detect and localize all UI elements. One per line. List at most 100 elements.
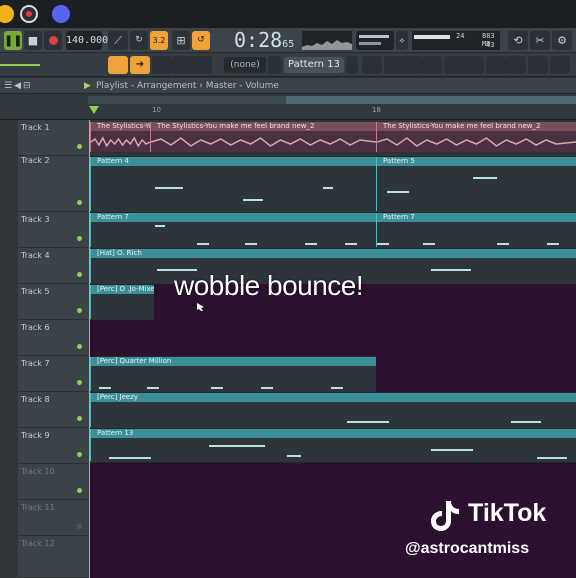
playlist-title: Playlist - Arrangement › Master - Volume [96, 81, 279, 91]
plugin-icon[interactable] [486, 56, 506, 74]
pencil-icon[interactable] [152, 56, 172, 74]
clip-label: [Perc] Quarter Million [91, 357, 376, 366]
playhead-marker-icon[interactable] [89, 106, 99, 114]
track-mute-icon[interactable] [77, 308, 82, 313]
track-header[interactable]: Track 9 [18, 428, 88, 464]
master-volume-slider[interactable] [356, 31, 394, 50]
note-mark [547, 243, 559, 245]
playhead-line[interactable] [89, 120, 90, 578]
playlist-icon[interactable] [362, 56, 382, 74]
pattern-add-icon[interactable] [346, 56, 358, 74]
menu-icon[interactable]: ⚙ [552, 31, 572, 50]
pause-button[interactable]: ❚❚ [4, 31, 22, 50]
track-header-strip [0, 120, 18, 578]
time-main: 0:28 [234, 28, 283, 52]
track-name: Track 7 [21, 359, 50, 368]
speaker-icon[interactable] [506, 56, 526, 74]
pattern-clip[interactable]: [Perc] O .Jo-Mixed [90, 285, 154, 319]
track-mute-icon[interactable] [77, 488, 82, 493]
mixer-icon[interactable] [422, 56, 442, 74]
note-mark [377, 243, 389, 245]
ruler-mark: 18 [372, 106, 381, 114]
track-mute-icon[interactable] [77, 524, 82, 529]
app-icon[interactable] [0, 5, 14, 23]
window-controls-icon[interactable]: ☰◀⊟ [4, 78, 33, 94]
tempo-display[interactable]: 140.000 [66, 31, 108, 50]
track-mute-icon[interactable] [77, 236, 82, 241]
pattern-clip[interactable]: Pattern 5 [376, 157, 576, 211]
clip-label: [Perc] O .Jo-Mixed [91, 285, 154, 294]
track-name: Track 10 [21, 467, 55, 476]
pin-icon[interactable] [550, 56, 570, 74]
browser-icon[interactable] [444, 56, 464, 74]
track-header[interactable]: Track 5 [18, 284, 88, 320]
pattern-clip[interactable]: [Perc] Jeezy [90, 393, 576, 427]
track-header[interactable]: Track 7 [18, 356, 88, 392]
pattern-prev-icon[interactable] [268, 56, 282, 74]
timeline-scroll-thumb[interactable] [286, 96, 576, 104]
record-button[interactable] [44, 31, 62, 50]
track-header[interactable]: Track 6 [18, 320, 88, 356]
note-mark [155, 187, 183, 189]
piano-roll-icon[interactable] [384, 56, 404, 74]
track-mute-icon[interactable] [77, 144, 82, 149]
track-header[interactable]: Track 2 [18, 156, 88, 212]
stop-button[interactable]: ■ [24, 31, 42, 50]
output-monitor [302, 31, 352, 50]
audio-clip[interactable]: The Stylistics-You make me feel brand ne… [150, 122, 376, 152]
wait-icon[interactable]: ↻ [130, 31, 148, 50]
track-header[interactable]: Track 8 [18, 392, 88, 428]
audio-clip[interactable]: The Stylistics-You make me feel brand ne… [90, 122, 150, 152]
pattern-clip[interactable]: Pattern 13 [90, 429, 576, 461]
track-name: Track 11 [21, 503, 55, 512]
recorder-icon[interactable] [20, 5, 38, 23]
empty-lane-region [90, 320, 576, 356]
hat-icon[interactable] [192, 56, 212, 74]
pitch-knob-icon[interactable]: ⟡ [396, 31, 408, 50]
clip-label: The Stylistics-You make me feel brand ne… [91, 122, 150, 131]
playlist-titlebar[interactable]: ☰◀⊟ ▶ Playlist - Arrangement › Master - … [0, 78, 576, 94]
blend-icon[interactable]: ⊞ [172, 31, 190, 50]
note-mark [431, 269, 471, 271]
note-mark [209, 445, 265, 447]
step-icon[interactable] [108, 56, 128, 74]
snap-select[interactable]: (none) [224, 57, 266, 73]
loop-record-icon[interactable]: ↺ [192, 31, 210, 50]
track-header[interactable]: Track 11 [18, 500, 88, 536]
pattern-clip[interactable]: Pattern 7 [90, 213, 376, 247]
waveform-icon [151, 137, 376, 147]
track-mute-icon[interactable] [77, 452, 82, 457]
pattern-select[interactable]: Pattern 13 [284, 57, 344, 73]
note-mark [473, 177, 497, 179]
metronome-icon[interactable]: ⟋ [108, 31, 128, 50]
track-mute-icon[interactable] [77, 344, 82, 349]
mouse-cursor-icon [197, 303, 204, 311]
link-icon[interactable] [172, 56, 192, 74]
secondary-toolbar: ➔ (none) Pattern 13 [0, 53, 576, 77]
arrow-right-icon[interactable]: ➔ [130, 56, 150, 74]
pattern-clip[interactable]: Pattern 7 [376, 213, 576, 247]
track-mute-icon[interactable] [77, 272, 82, 277]
download-icon[interactable] [528, 56, 548, 74]
track-mute-icon[interactable] [77, 200, 82, 205]
audio-clip[interactable]: The Stylistics-You make me feel brand ne… [376, 122, 576, 152]
track-header[interactable]: Track 1 [18, 120, 88, 156]
track-mute-icon[interactable] [77, 380, 82, 385]
countdown-icon[interactable]: 3.2 [150, 31, 168, 50]
undo-icon[interactable]: ⟲ [508, 31, 528, 50]
timeline-ruler[interactable]: 10 18 [0, 94, 576, 120]
track-mute-icon[interactable] [77, 416, 82, 421]
pattern-clip[interactable]: Pattern 4 [90, 157, 376, 211]
note-mark [511, 421, 541, 423]
discord-icon[interactable] [52, 5, 70, 23]
tools-icon[interactable]: ✂ [530, 31, 550, 50]
track-header[interactable]: Track 10 [18, 464, 88, 500]
pattern-clip[interactable]: [Perc] Quarter Million [90, 357, 376, 391]
note-mark [331, 387, 343, 389]
track-header[interactable]: Track 3 [18, 212, 88, 248]
zoom-slider[interactable] [0, 64, 40, 66]
file-icon[interactable] [464, 56, 484, 74]
track-header[interactable]: Track 4 [18, 248, 88, 284]
channel-rack-icon[interactable] [402, 56, 422, 74]
track-header[interactable]: Track 12 [18, 536, 88, 578]
